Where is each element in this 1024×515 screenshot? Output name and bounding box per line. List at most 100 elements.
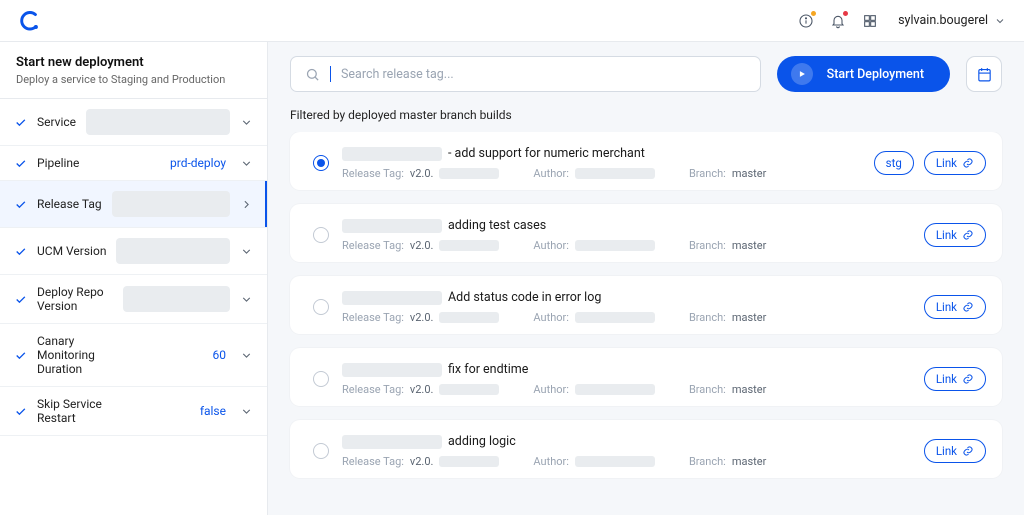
search-icon [305,67,320,82]
link-icon [962,301,974,313]
sidebar-item-pipeline[interactable]: Pipeline prd-deploy [0,146,267,181]
sidebar-item-label: Service [37,115,76,129]
chevron-down-icon [240,349,253,362]
search-input-wrap[interactable] [290,56,761,92]
build-card[interactable]: adding test casesRelease Tag:v2.0.Author… [290,204,1002,262]
redacted-tag [439,312,499,323]
check-icon [14,349,27,362]
link-chip[interactable]: Link [924,367,986,391]
start-deployment-label: Start Deployment [827,67,924,82]
sidebar-item-deploy-repo-version[interactable]: Deploy Repo Version [0,275,267,324]
build-title: Add status code in error log [448,290,601,305]
build-card[interactable]: - add support for numeric merchant Releas… [290,132,1002,190]
sidebar-title: Start new deployment [16,55,251,70]
check-icon [14,245,27,258]
sidebar-item-label: Skip Service Restart [37,397,113,425]
check-icon [14,116,27,129]
build-radio[interactable] [313,155,329,171]
info-icon[interactable] [798,13,814,29]
user-name: sylvain.bougerel [898,13,988,28]
link-icon [962,229,974,241]
logo[interactable] [18,10,40,32]
sidebar-item-value: false [200,404,226,418]
filter-text: Filtered by deployed master branch build… [268,106,1024,132]
build-card[interactable]: Add status code in error logRelease Tag:… [290,276,1002,334]
release-tag-prefix: v2.0. [410,455,434,468]
sidebar-subtitle: Deploy a service to Staging and Producti… [16,73,251,86]
check-icon [14,198,27,211]
chevron-down-icon [240,157,253,170]
bell-icon[interactable] [830,13,846,29]
grid-icon[interactable] [862,13,878,29]
search-input[interactable] [341,67,746,82]
branch-value: master [732,383,766,396]
redacted-author [575,456,655,467]
link-chip[interactable]: Link [924,295,986,319]
build-radio[interactable] [313,227,329,243]
stg-chip[interactable]: stg [874,151,914,175]
sidebar-item-label: Canary Monitoring Duration [37,334,113,376]
author-label: Author: [533,455,569,468]
sidebar-item-label: Pipeline [37,156,79,170]
play-icon [791,63,813,85]
sidebar-item-canary-monitoring-duration[interactable]: Canary Monitoring Duration 60 [0,324,267,387]
branch-value: master [732,239,766,252]
redacted-title-prefix [342,219,442,233]
release-tag-label: Release Tag: [342,167,404,180]
branch-label: Branch: [689,311,726,324]
check-icon [14,405,27,418]
author-label: Author: [533,383,569,396]
release-tag-prefix: v2.0. [410,167,434,180]
release-tag-prefix: v2.0. [410,383,434,396]
build-card[interactable]: adding logicRelease Tag:v2.0.Author:Bran… [290,420,1002,478]
link-icon [962,445,974,457]
sidebar-item-label: Deploy Repo Version [37,285,113,313]
redacted-author [575,240,655,251]
release-tag-prefix: v2.0. [410,311,434,324]
build-title: fix for endtime [448,362,528,377]
build-radio[interactable] [313,299,329,315]
sidebar-item-ucm-version[interactable]: UCM Version [0,228,267,275]
calendar-button[interactable] [966,56,1002,92]
start-deployment-button[interactable]: Start Deployment [777,56,950,92]
sidebar-item-value: prd-deploy [170,156,226,170]
redacted-value [112,191,230,217]
release-tag-label: Release Tag: [342,383,404,396]
chevron-down-icon [240,293,253,306]
redacted-author [575,384,655,395]
sidebar-item-label: Release Tag [37,197,102,211]
redacted-tag [439,240,499,251]
redacted-title-prefix [342,363,442,377]
sidebar-item-release-tag[interactable]: Release Tag [0,181,267,228]
link-chip[interactable]: Link [924,439,986,463]
sidebar-header: Start new deployment Deploy a service to… [0,42,267,99]
branch-label: Branch: [689,455,726,468]
release-tag-prefix: v2.0. [410,239,434,252]
branch-label: Branch: [689,167,726,180]
redacted-author [575,312,655,323]
release-tag-label: Release Tag: [342,239,404,252]
sidebar-item-service[interactable]: Service [0,99,267,146]
chevron-right-icon [240,198,253,211]
sidebar-item-value: 60 [213,348,227,362]
build-radio[interactable] [313,443,329,459]
branch-label: Branch: [689,383,726,396]
build-title: - add support for numeric merchant [448,146,645,161]
link-chip[interactable]: Link [924,223,986,247]
link-chip[interactable]: Link [924,151,986,175]
redacted-value [116,238,230,264]
build-card[interactable]: fix for endtime Release Tag: v2.0. Author: B… [290,348,1002,406]
chevron-down-icon [240,116,253,129]
user-menu[interactable]: sylvain.bougerel [898,13,1006,28]
sidebar-item-skip-service-restart[interactable]: Skip Service Restart false [0,387,267,436]
link-icon [962,373,974,385]
redacted-value [86,109,230,135]
branch-value: master [732,455,766,468]
redacted-tag [439,456,499,467]
redacted-title-prefix [342,147,442,161]
check-icon [14,293,27,306]
build-radio[interactable] [313,371,329,387]
redacted-title-prefix [342,291,442,305]
sidebar-item-label: UCM Version [37,244,106,258]
calendar-icon [976,66,993,83]
